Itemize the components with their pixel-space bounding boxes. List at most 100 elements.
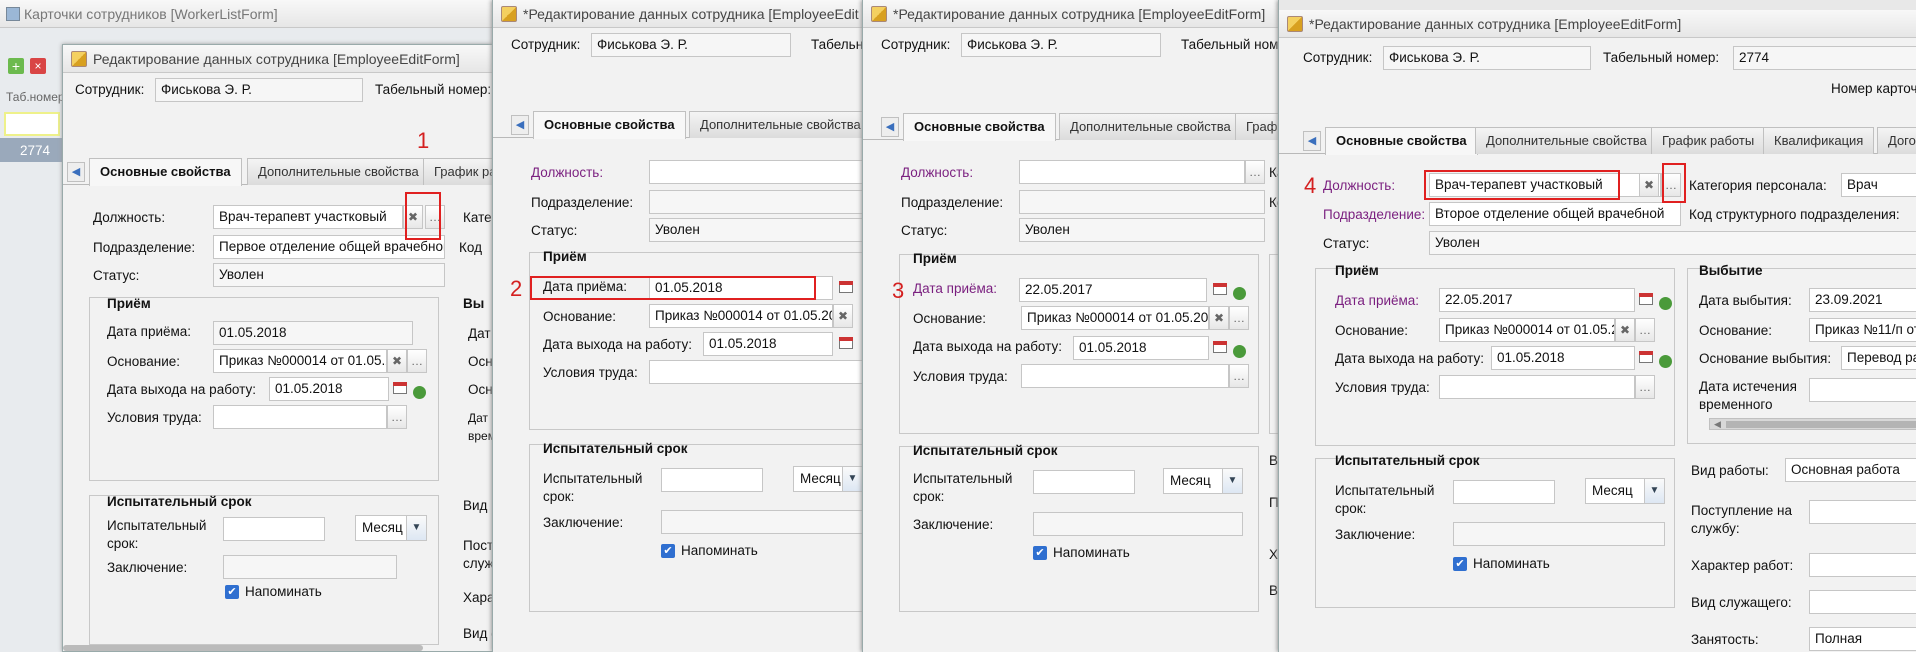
service-entry-field[interactable] xyxy=(1809,500,1916,524)
scrollbar[interactable] xyxy=(63,645,423,651)
tab-qualification[interactable]: Квалификация xyxy=(1763,127,1875,154)
employment-field[interactable]: Полная xyxy=(1809,627,1916,651)
status-field[interactable]: Уволен xyxy=(1019,218,1265,242)
tab-schedule[interactable]: График работы xyxy=(1651,127,1766,154)
work-start-field[interactable]: 01.05.2018 xyxy=(1073,336,1209,360)
basis-field[interactable]: Приказ №000014 от 01.05.20 xyxy=(1021,306,1209,330)
remind-checkbox[interactable]: ✔ xyxy=(1033,546,1047,560)
status-field[interactable]: Уволен xyxy=(1429,231,1916,255)
hire-date-field[interactable]: 22.05.2017 xyxy=(1019,278,1207,302)
clear-icon[interactable]: ✖ xyxy=(1639,173,1659,197)
chevron-down-icon[interactable]: ▼ xyxy=(1222,469,1242,493)
select-button[interactable]: … xyxy=(1635,375,1655,399)
select-button[interactable]: … xyxy=(1245,160,1265,184)
tab-extra[interactable]: Дополнительные свойства xyxy=(1475,127,1658,154)
clear-icon[interactable]: ✖ xyxy=(833,304,853,328)
refresh-icon[interactable] xyxy=(409,379,429,399)
position-field[interactable]: Врач-терапевт участковый xyxy=(213,205,403,229)
tab-extra[interactable]: Дополнительные свойства xyxy=(1059,113,1242,140)
leave-reason-field[interactable]: Перевод ра xyxy=(1841,346,1916,370)
remind-checkbox[interactable]: ✔ xyxy=(1453,557,1467,571)
leave-basis-field[interactable]: Приказ №11/п от xyxy=(1809,318,1916,342)
tab-main[interactable]: Основные свойства xyxy=(1325,127,1478,155)
tab-schedule[interactable]: Граф xyxy=(1235,113,1282,140)
basis-field[interactable]: Приказ №000014 от 01.05.20 xyxy=(213,349,387,373)
probation-unit-select[interactable]: Месяц ▼ xyxy=(1585,478,1665,504)
conclusion-field[interactable] xyxy=(661,510,862,534)
status-field[interactable]: Уволен xyxy=(213,263,445,287)
conditions-field[interactable] xyxy=(213,405,387,429)
tabnum-field[interactable]: 2774 xyxy=(1733,46,1916,70)
conditions-field[interactable] xyxy=(649,360,862,384)
delete-icon[interactable]: × xyxy=(30,58,46,74)
refresh-icon[interactable] xyxy=(1655,290,1675,310)
probation-input[interactable] xyxy=(661,468,763,492)
add-icon[interactable]: + xyxy=(8,58,24,74)
tab-contracts[interactable]: Догов xyxy=(1877,127,1916,154)
leaving-scrollbar[interactable]: ◀ xyxy=(1709,418,1916,430)
select-button[interactable]: … xyxy=(1229,364,1249,388)
conclusion-field[interactable] xyxy=(1453,522,1665,546)
position-field[interactable] xyxy=(649,160,862,184)
filter-input[interactable] xyxy=(4,112,60,136)
select-button[interactable]: … xyxy=(407,349,427,373)
chevron-down-icon[interactable]: ▼ xyxy=(1644,479,1664,503)
basis-field[interactable]: Приказ №000014 от 01.05.20 xyxy=(1439,318,1615,342)
conclusion-field[interactable] xyxy=(1033,512,1243,536)
probation-input[interactable] xyxy=(223,517,325,541)
probation-unit-select[interactable]: Месяц ▼ xyxy=(1163,468,1243,494)
clear-icon[interactable]: ✖ xyxy=(1209,306,1229,330)
select-button[interactable]: … xyxy=(387,405,407,429)
chevron-down-icon[interactable]: ▼ xyxy=(842,467,862,491)
tab-main[interactable]: Основные свойства xyxy=(89,158,242,186)
employee-field[interactable]: Фиськова Э. Р. xyxy=(961,33,1161,57)
work-start-field[interactable]: 01.05.2018 xyxy=(1491,346,1635,370)
calendar-icon[interactable] xyxy=(1637,290,1657,310)
basis-field[interactable]: Приказ №000014 от 01.05.20 xyxy=(649,304,833,328)
division-field[interactable]: Второе отделение общей врачебной xyxy=(1429,202,1681,226)
refresh-icon[interactable] xyxy=(1229,338,1249,358)
clear-icon[interactable]: ✖ xyxy=(1615,318,1635,342)
probation-input[interactable] xyxy=(1453,480,1555,504)
tab-main[interactable]: Основные свойства xyxy=(533,111,686,139)
work-nature-field[interactable] xyxy=(1809,553,1916,577)
conclusion-field[interactable] xyxy=(223,555,397,579)
employee-field[interactable]: Фиськова Э. Р. xyxy=(591,33,791,57)
work-type-field[interactable]: Основная работа xyxy=(1785,458,1916,482)
leave-date-field[interactable]: 23.09.2021 xyxy=(1809,288,1916,312)
chevron-down-icon[interactable]: ▼ xyxy=(406,516,426,540)
division-field[interactable] xyxy=(649,190,862,214)
position-field[interactable] xyxy=(1019,160,1245,184)
remind-checkbox[interactable]: ✔ xyxy=(225,585,239,599)
division-field[interactable] xyxy=(1019,190,1265,214)
conditions-field[interactable] xyxy=(1021,364,1229,388)
scroll-left-icon[interactable]: ◀ xyxy=(67,162,85,182)
tab-main[interactable]: Основные свойства xyxy=(903,113,1056,141)
calendar-icon[interactable] xyxy=(837,278,857,298)
probation-input[interactable] xyxy=(1033,470,1135,494)
work-start-field[interactable]: 01.05.2018 xyxy=(269,377,389,401)
employee-field[interactable]: Фиськова Э. Р. xyxy=(155,78,363,102)
select-button[interactable]: … xyxy=(1229,306,1249,330)
scroll-left-icon[interactable]: ◀ xyxy=(511,115,529,135)
tab-extra[interactable]: Дополнительные свойства xyxy=(247,158,430,185)
probation-unit-select[interactable]: Месяц ▼ xyxy=(355,515,427,541)
calendar-icon[interactable] xyxy=(837,334,857,354)
hire-date-field[interactable]: 01.05.2018 xyxy=(213,321,413,345)
clear-icon[interactable]: ✖ xyxy=(387,349,407,373)
refresh-icon[interactable] xyxy=(1655,348,1675,368)
scroll-left-icon[interactable]: ◀ xyxy=(1303,131,1321,151)
status-field[interactable]: Уволен xyxy=(649,218,862,242)
select-button[interactable]: … xyxy=(1635,318,1655,342)
employee-type-field[interactable] xyxy=(1809,590,1916,614)
refresh-icon[interactable] xyxy=(1229,280,1249,300)
work-start-field[interactable]: 01.05.2018 xyxy=(703,332,833,356)
calendar-icon[interactable] xyxy=(1637,348,1657,368)
calendar-icon[interactable] xyxy=(1211,338,1231,358)
hire-date-field[interactable]: 22.05.2017 xyxy=(1439,288,1635,312)
category-field[interactable]: Врач xyxy=(1841,173,1916,197)
scroll-left-icon[interactable]: ◀ xyxy=(881,117,899,137)
calendar-icon[interactable] xyxy=(391,379,411,399)
temp-expiry-field[interactable] xyxy=(1809,378,1916,402)
remind-checkbox[interactable]: ✔ xyxy=(661,544,675,558)
